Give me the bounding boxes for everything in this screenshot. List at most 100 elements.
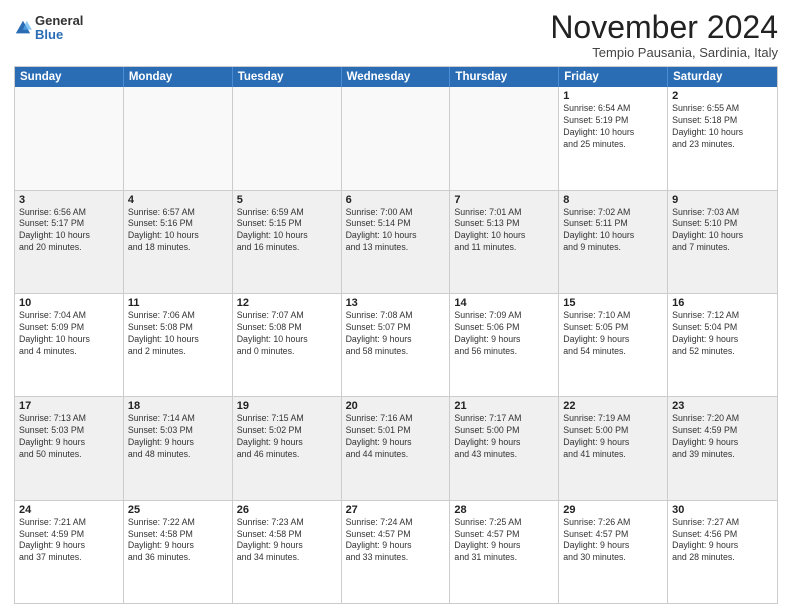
day-number: 24: [19, 504, 119, 516]
cell-info-text: Sunrise: 6:57 AM Sunset: 5:16 PM Dayligh…: [128, 207, 228, 255]
cal-cell-24: 24Sunrise: 7:21 AM Sunset: 4:59 PM Dayli…: [15, 501, 124, 603]
cal-cell-17: 17Sunrise: 7:13 AM Sunset: 5:03 PM Dayli…: [15, 397, 124, 499]
calendar-row-1: 3Sunrise: 6:56 AM Sunset: 5:17 PM Daylig…: [15, 191, 777, 294]
calendar-header: SundayMondayTuesdayWednesdayThursdayFrid…: [15, 67, 777, 87]
title-block: November 2024 Tempio Pausania, Sardinia,…: [550, 10, 778, 60]
header-day-tuesday: Tuesday: [233, 67, 342, 87]
cal-cell-6: 6Sunrise: 7:00 AM Sunset: 5:14 PM Daylig…: [342, 191, 451, 293]
cell-info-text: Sunrise: 6:59 AM Sunset: 5:15 PM Dayligh…: [237, 207, 337, 255]
logo: General Blue: [14, 14, 83, 43]
cal-cell-28: 28Sunrise: 7:25 AM Sunset: 4:57 PM Dayli…: [450, 501, 559, 603]
day-number: 3: [19, 194, 119, 206]
day-number: 6: [346, 194, 446, 206]
day-number: 9: [672, 194, 773, 206]
calendar-row-2: 10Sunrise: 7:04 AM Sunset: 5:09 PM Dayli…: [15, 294, 777, 397]
cell-info-text: Sunrise: 7:26 AM Sunset: 4:57 PM Dayligh…: [563, 517, 663, 565]
cal-cell-21: 21Sunrise: 7:17 AM Sunset: 5:00 PM Dayli…: [450, 397, 559, 499]
cal-cell-15: 15Sunrise: 7:10 AM Sunset: 5:05 PM Dayli…: [559, 294, 668, 396]
cal-cell-23: 23Sunrise: 7:20 AM Sunset: 4:59 PM Dayli…: [668, 397, 777, 499]
header-day-sunday: Sunday: [15, 67, 124, 87]
day-number: 28: [454, 504, 554, 516]
header-day-monday: Monday: [124, 67, 233, 87]
cell-info-text: Sunrise: 7:00 AM Sunset: 5:14 PM Dayligh…: [346, 207, 446, 255]
cal-cell-18: 18Sunrise: 7:14 AM Sunset: 5:03 PM Dayli…: [124, 397, 233, 499]
day-number: 13: [346, 297, 446, 309]
cell-info-text: Sunrise: 7:08 AM Sunset: 5:07 PM Dayligh…: [346, 310, 446, 358]
logo-general-text: General: [35, 14, 83, 28]
day-number: 2: [672, 90, 773, 102]
cell-info-text: Sunrise: 7:27 AM Sunset: 4:56 PM Dayligh…: [672, 517, 773, 565]
cell-info-text: Sunrise: 7:03 AM Sunset: 5:10 PM Dayligh…: [672, 207, 773, 255]
cal-cell-3: 3Sunrise: 6:56 AM Sunset: 5:17 PM Daylig…: [15, 191, 124, 293]
day-number: 23: [672, 400, 773, 412]
cell-info-text: Sunrise: 7:01 AM Sunset: 5:13 PM Dayligh…: [454, 207, 554, 255]
day-number: 1: [563, 90, 663, 102]
cal-cell-26: 26Sunrise: 7:23 AM Sunset: 4:58 PM Dayli…: [233, 501, 342, 603]
cell-info-text: Sunrise: 7:04 AM Sunset: 5:09 PM Dayligh…: [19, 310, 119, 358]
cal-cell-9: 9Sunrise: 7:03 AM Sunset: 5:10 PM Daylig…: [668, 191, 777, 293]
cell-info-text: Sunrise: 7:02 AM Sunset: 5:11 PM Dayligh…: [563, 207, 663, 255]
cell-info-text: Sunrise: 7:22 AM Sunset: 4:58 PM Dayligh…: [128, 517, 228, 565]
header-day-thursday: Thursday: [450, 67, 559, 87]
cell-info-text: Sunrise: 7:09 AM Sunset: 5:06 PM Dayligh…: [454, 310, 554, 358]
logo-blue-text: Blue: [35, 28, 83, 42]
day-number: 25: [128, 504, 228, 516]
calendar-row-3: 17Sunrise: 7:13 AM Sunset: 5:03 PM Dayli…: [15, 397, 777, 500]
calendar: SundayMondayTuesdayWednesdayThursdayFrid…: [14, 66, 778, 604]
cell-info-text: Sunrise: 7:21 AM Sunset: 4:59 PM Dayligh…: [19, 517, 119, 565]
day-number: 10: [19, 297, 119, 309]
day-number: 26: [237, 504, 337, 516]
cell-info-text: Sunrise: 7:06 AM Sunset: 5:08 PM Dayligh…: [128, 310, 228, 358]
logo-text: General Blue: [35, 14, 83, 43]
cal-cell-7: 7Sunrise: 7:01 AM Sunset: 5:13 PM Daylig…: [450, 191, 559, 293]
cell-info-text: Sunrise: 7:24 AM Sunset: 4:57 PM Dayligh…: [346, 517, 446, 565]
day-number: 11: [128, 297, 228, 309]
cell-info-text: Sunrise: 6:56 AM Sunset: 5:17 PM Dayligh…: [19, 207, 119, 255]
cal-cell-13: 13Sunrise: 7:08 AM Sunset: 5:07 PM Dayli…: [342, 294, 451, 396]
month-title: November 2024: [550, 10, 778, 45]
cal-cell-10: 10Sunrise: 7:04 AM Sunset: 5:09 PM Dayli…: [15, 294, 124, 396]
cal-cell-25: 25Sunrise: 7:22 AM Sunset: 4:58 PM Dayli…: [124, 501, 233, 603]
cell-info-text: Sunrise: 7:13 AM Sunset: 5:03 PM Dayligh…: [19, 413, 119, 461]
cell-info-text: Sunrise: 6:54 AM Sunset: 5:19 PM Dayligh…: [563, 103, 663, 151]
day-number: 14: [454, 297, 554, 309]
logo-icon: [14, 19, 32, 37]
day-number: 15: [563, 297, 663, 309]
cal-cell-27: 27Sunrise: 7:24 AM Sunset: 4:57 PM Dayli…: [342, 501, 451, 603]
cal-cell-empty-0-4: [450, 87, 559, 189]
cal-cell-8: 8Sunrise: 7:02 AM Sunset: 5:11 PM Daylig…: [559, 191, 668, 293]
day-number: 20: [346, 400, 446, 412]
cal-cell-12: 12Sunrise: 7:07 AM Sunset: 5:08 PM Dayli…: [233, 294, 342, 396]
day-number: 19: [237, 400, 337, 412]
cal-cell-14: 14Sunrise: 7:09 AM Sunset: 5:06 PM Dayli…: [450, 294, 559, 396]
cal-cell-30: 30Sunrise: 7:27 AM Sunset: 4:56 PM Dayli…: [668, 501, 777, 603]
page: General Blue November 2024 Tempio Pausan…: [0, 0, 792, 612]
header-day-saturday: Saturday: [668, 67, 777, 87]
calendar-row-0: 1Sunrise: 6:54 AM Sunset: 5:19 PM Daylig…: [15, 87, 777, 190]
calendar-row-4: 24Sunrise: 7:21 AM Sunset: 4:59 PM Dayli…: [15, 501, 777, 603]
cal-cell-empty-0-2: [233, 87, 342, 189]
day-number: 7: [454, 194, 554, 206]
day-number: 12: [237, 297, 337, 309]
cell-info-text: Sunrise: 7:07 AM Sunset: 5:08 PM Dayligh…: [237, 310, 337, 358]
cal-cell-11: 11Sunrise: 7:06 AM Sunset: 5:08 PM Dayli…: [124, 294, 233, 396]
day-number: 27: [346, 504, 446, 516]
header: General Blue November 2024 Tempio Pausan…: [14, 10, 778, 60]
cal-cell-empty-0-3: [342, 87, 451, 189]
day-number: 18: [128, 400, 228, 412]
cell-info-text: Sunrise: 7:17 AM Sunset: 5:00 PM Dayligh…: [454, 413, 554, 461]
cal-cell-16: 16Sunrise: 7:12 AM Sunset: 5:04 PM Dayli…: [668, 294, 777, 396]
location-subtitle: Tempio Pausania, Sardinia, Italy: [550, 45, 778, 60]
calendar-body: 1Sunrise: 6:54 AM Sunset: 5:19 PM Daylig…: [15, 87, 777, 603]
cell-info-text: Sunrise: 6:55 AM Sunset: 5:18 PM Dayligh…: [672, 103, 773, 151]
cal-cell-4: 4Sunrise: 6:57 AM Sunset: 5:16 PM Daylig…: [124, 191, 233, 293]
day-number: 29: [563, 504, 663, 516]
cal-cell-empty-0-1: [124, 87, 233, 189]
day-number: 17: [19, 400, 119, 412]
cell-info-text: Sunrise: 7:16 AM Sunset: 5:01 PM Dayligh…: [346, 413, 446, 461]
cal-cell-22: 22Sunrise: 7:19 AM Sunset: 5:00 PM Dayli…: [559, 397, 668, 499]
cell-info-text: Sunrise: 7:15 AM Sunset: 5:02 PM Dayligh…: [237, 413, 337, 461]
cal-cell-2: 2Sunrise: 6:55 AM Sunset: 5:18 PM Daylig…: [668, 87, 777, 189]
cal-cell-5: 5Sunrise: 6:59 AM Sunset: 5:15 PM Daylig…: [233, 191, 342, 293]
header-day-friday: Friday: [559, 67, 668, 87]
